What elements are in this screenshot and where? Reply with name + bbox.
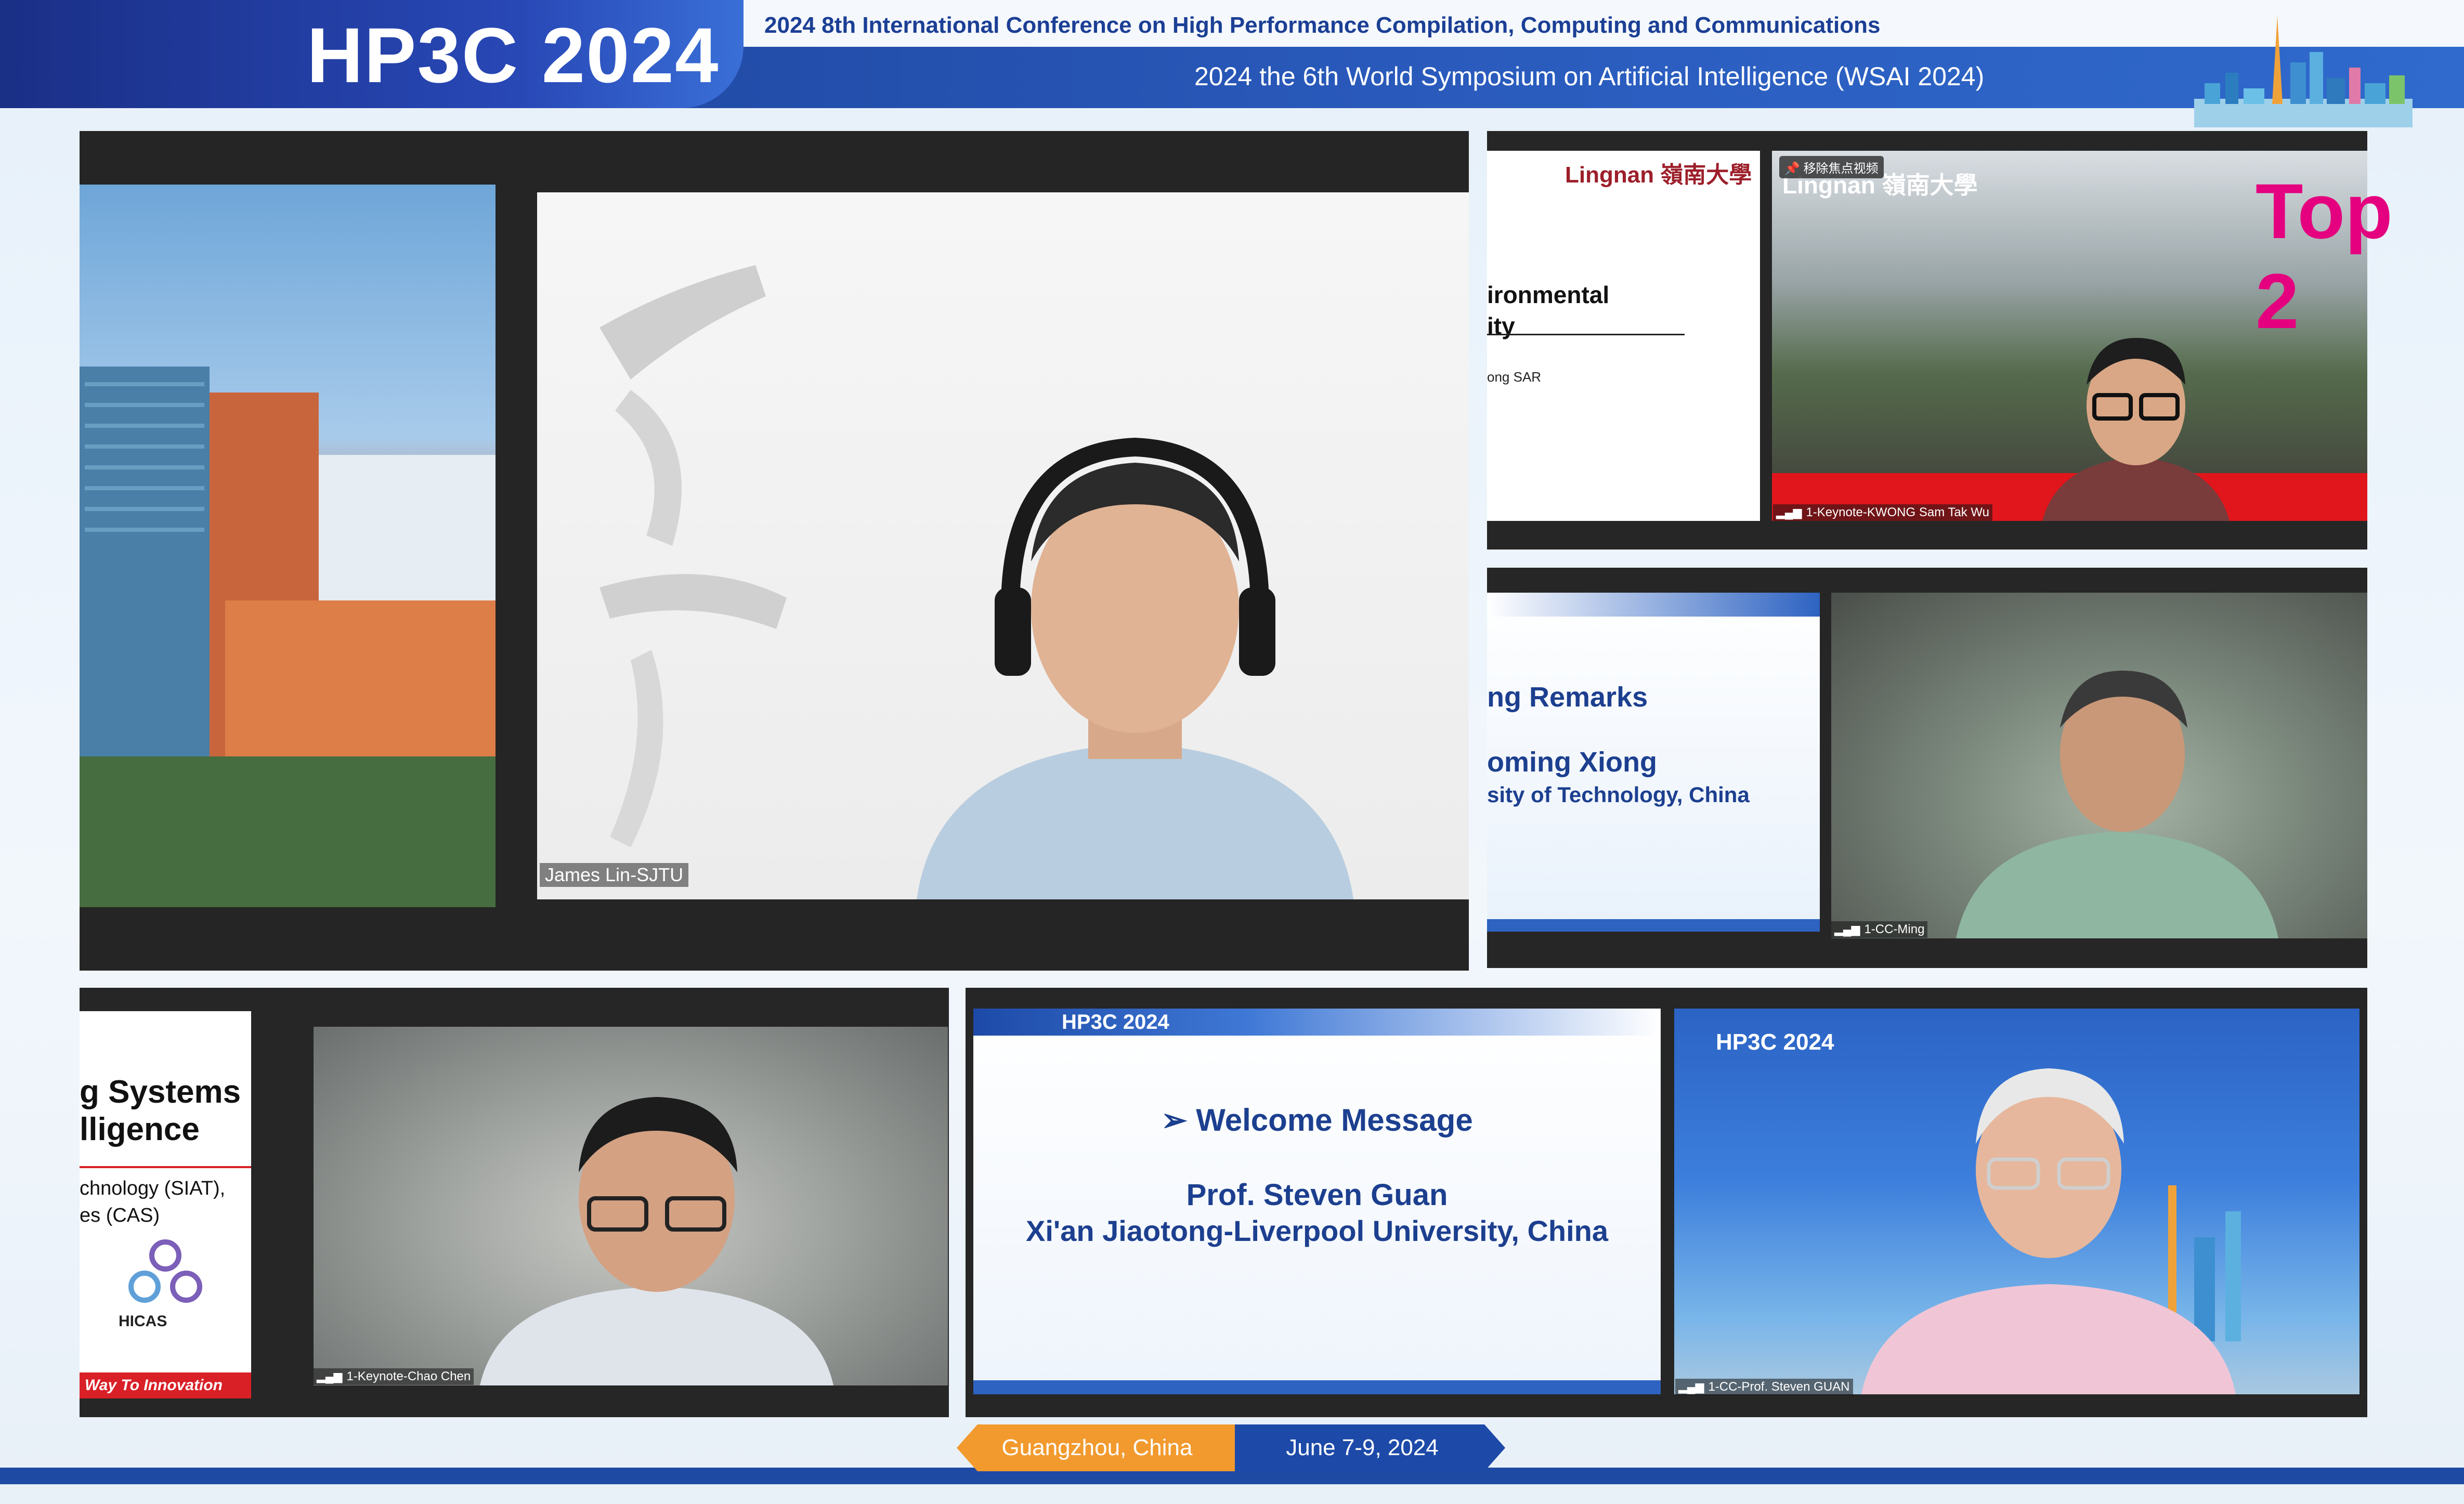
- shared-slide-siat: g Systems lligence chnology (SIAT), es (…: [80, 1011, 251, 1398]
- slide-header-bar: [1487, 593, 1820, 617]
- pin-icon: 📌: [1784, 162, 1804, 176]
- campus-building-icon: [80, 367, 496, 907]
- main-speaker-video[interactable]: [537, 192, 1469, 899]
- slide-affiliation: Xi'an Jiaotong-Liverpool University, Chi…: [1026, 1214, 1608, 1247]
- conference-title: 2024 8th International Conference on Hig…: [764, 12, 1881, 38]
- calligraphy-background-icon: [599, 265, 787, 847]
- signal-strength-icon: ▂▄▆: [317, 1370, 343, 1383]
- slide-speaker-name: oming Xiong: [1487, 747, 1657, 778]
- campus-background-image: [80, 185, 496, 907]
- slide-brand: HICAS: [119, 1313, 167, 1330]
- participant-name-tag: ▂▄▆ 1-CC-Ming: [1831, 921, 1928, 938]
- footer-date-badge: June 7-9, 2024: [1235, 1424, 1505, 1471]
- unpin-video-button[interactable]: 📌 移除焦点视频: [1779, 156, 1884, 178]
- signal-strength-icon: ▂▄▆: [1678, 1380, 1704, 1393]
- speaker-person-icon: [480, 1097, 833, 1385]
- participant-name-tag: ▂▄▆ 1-Keynote-Chao Chen: [314, 1368, 474, 1385]
- speaker-person-icon: [1861, 1068, 2241, 1394]
- slide-brand: Lingnan 嶺南大學: [1565, 162, 1752, 188]
- speaker-video-chao-chen[interactable]: [314, 1027, 948, 1385]
- participant-name-tag: James Lin-SJTU: [540, 863, 689, 887]
- conference-logo: HP3C 2024: [307, 11, 720, 99]
- speaker-video-ming[interactable]: [1831, 593, 2367, 938]
- shared-slide-remarks: ng Remarks oming Xiong sity of Technolog…: [1487, 593, 1820, 932]
- slide-text: es (CAS): [80, 1205, 160, 1226]
- slide-affiliation: sity of Technology, China: [1487, 782, 1750, 807]
- speaker-person-icon: [1956, 671, 2278, 938]
- slide-heading: ➢ Welcome Message: [1161, 1103, 1473, 1137]
- slide-text: ity: [1487, 312, 1515, 339]
- signal-strength-icon: ▂▄▆: [1776, 506, 1802, 519]
- slide-footer-bar: [1487, 919, 1820, 932]
- shared-slide-welcome: HP3C 2024 ➢ Welcome Message Prof. Steven…: [973, 1009, 1661, 1394]
- slide-logo: HP3C 2024: [1062, 1011, 1169, 1034]
- slide-heading: ng Remarks: [1487, 682, 1648, 713]
- speaker-person-icon: [917, 437, 1353, 899]
- participant-name-tag: ▂▄▆ 1-Keynote-KWONG Sam Tak Wu: [1773, 504, 1992, 521]
- speaker-video-steven-guan[interactable]: HP3C 2024: [1674, 1009, 2359, 1394]
- city-skyline-icon: [2194, 16, 2413, 127]
- footer-date: June 7-9, 2024: [1286, 1435, 1439, 1460]
- slide-footer-bar: [973, 1380, 1661, 1394]
- speaker-video-kwong[interactable]: Lingnan 嶺南大學 Top 2: [1772, 151, 2393, 521]
- slide-divider: [80, 1166, 251, 1168]
- slide-heading: lligence: [80, 1111, 200, 1147]
- shared-slide-lingnan: Lingnan 嶺南大學 ironmental ity ong SAR: [1487, 151, 1760, 521]
- slide-speaker-name: Prof. Steven Guan: [1186, 1178, 1448, 1212]
- symposium-title: 2024 the 6th World Symposium on Artifici…: [1194, 62, 1985, 91]
- slide-text: ironmental: [1487, 281, 1610, 308]
- slide-text: chnology (SIAT),: [80, 1178, 226, 1199]
- hicas-logo-icon: [128, 1239, 202, 1303]
- ranking-banner: Top 2: [2256, 167, 2393, 345]
- slide-divider: [1487, 334, 1685, 335]
- virtual-background-logo: HP3C 2024: [1716, 1029, 1834, 1055]
- footer-location: Guangzhou, China: [1001, 1435, 1193, 1460]
- speaker-person-icon: [2042, 338, 2230, 521]
- participant-name-tag: ▂▄▆ 1-CC-Prof. Steven GUAN: [1675, 1379, 1853, 1395]
- slide-heading: g Systems: [80, 1074, 241, 1110]
- slide-text: ong SAR: [1487, 369, 1542, 385]
- footer-location-badge: Guangzhou, China: [957, 1424, 1237, 1471]
- signal-strength-icon: ▂▄▆: [1834, 923, 1860, 936]
- slide-tagline: Way To Innovation: [80, 1372, 251, 1398]
